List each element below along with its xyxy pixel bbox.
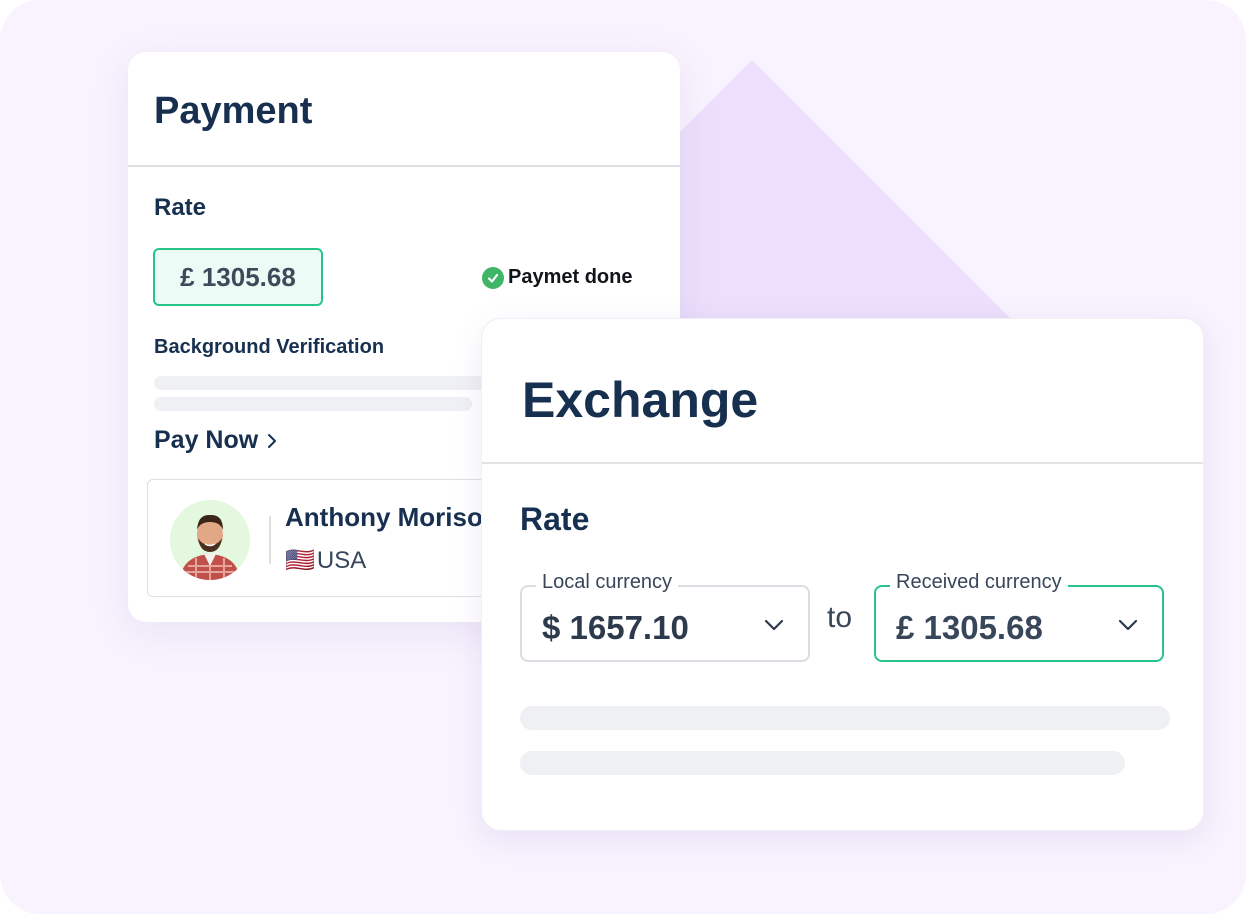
chevron-down-icon <box>1118 619 1138 631</box>
currency-connector: to <box>827 601 853 634</box>
background-verification-label: Background Verification <box>154 336 385 358</box>
chevron-right-icon <box>268 433 277 448</box>
received-currency-select[interactable]: Received currency £ 1305.68 <box>874 571 1164 662</box>
avatar <box>170 500 250 580</box>
local-currency-value: $ 1657.10 <box>542 609 689 646</box>
us-flag-icon: 🇺🇸 <box>285 547 315 574</box>
pay-now-link[interactable]: Pay Now <box>154 426 278 455</box>
exchange-card: Exchange Rate Local currency $ 1657.10 t… <box>481 318 1204 831</box>
check-circle-icon <box>482 266 504 289</box>
verification-skeleton-line-2 <box>154 397 472 411</box>
exchange-skeleton-line-2 <box>520 751 1125 775</box>
user-divider <box>269 516 271 564</box>
payment-status-text: Paymet done <box>508 266 633 288</box>
exchange-divider <box>482 462 1203 464</box>
payment-title: Payment <box>154 90 313 132</box>
payment-divider <box>128 165 680 167</box>
exchange-rate-label: Rate <box>520 501 590 537</box>
local-currency-select[interactable]: Local currency $ 1657.10 <box>520 571 810 662</box>
user-country-label: USA <box>316 546 367 574</box>
chevron-down-icon <box>764 619 784 631</box>
user-country: 🇺🇸 USA <box>285 546 366 575</box>
exchange-skeleton-line-1 <box>520 706 1170 730</box>
payment-status: Paymet done <box>482 266 632 289</box>
user-name: Anthony Morison <box>285 502 499 532</box>
local-currency-label: Local currency <box>536 571 679 594</box>
exchange-title: Exchange <box>522 372 759 428</box>
pay-now-label: Pay Now <box>154 426 259 454</box>
received-currency-label: Received currency <box>890 571 1068 594</box>
payment-rate-value: £ 1305.68 <box>153 248 323 306</box>
payment-rate-label: Rate <box>154 194 207 221</box>
received-currency-value: £ 1305.68 <box>896 609 1043 646</box>
